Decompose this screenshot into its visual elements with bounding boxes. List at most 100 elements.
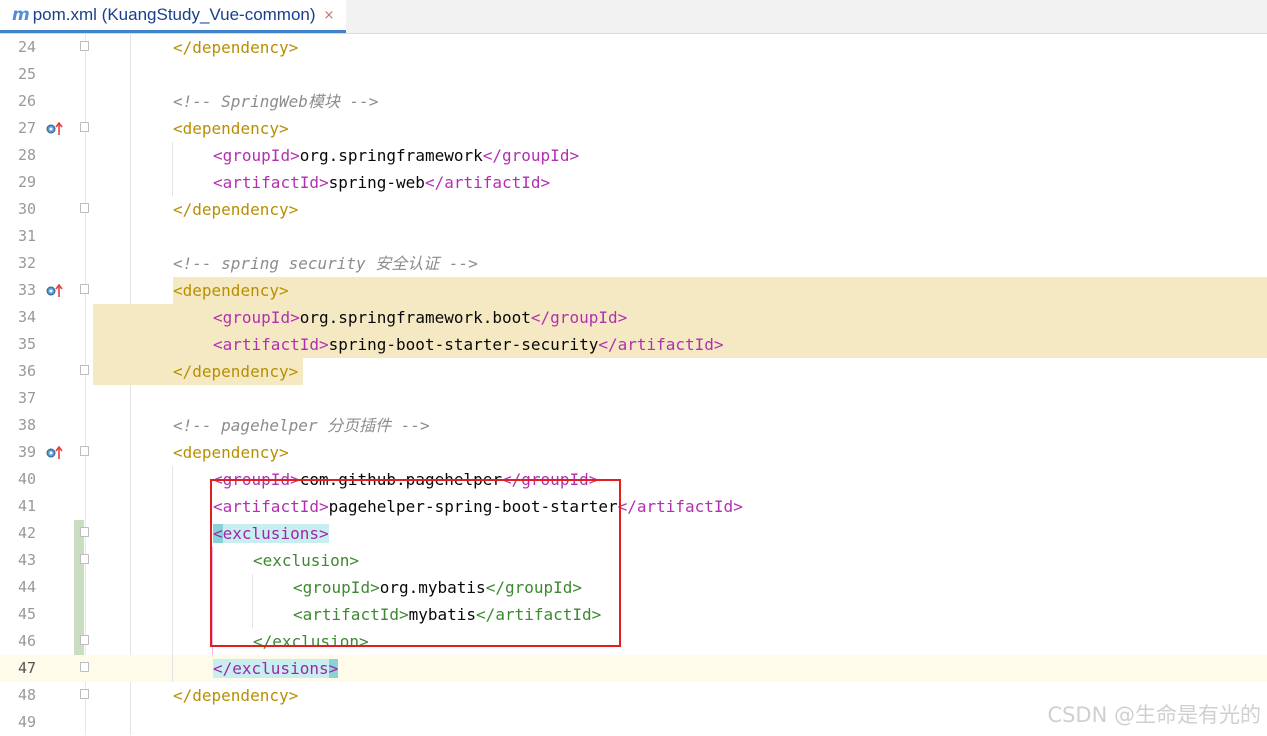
code-token: <: [213, 173, 223, 192]
code-token: <: [213, 308, 223, 327]
code-text: </dependency>: [173, 196, 298, 223]
fold-close-icon[interactable]: [80, 365, 89, 375]
code-line[interactable]: 39 <dependency>: [0, 439, 1267, 466]
code-text: <artifactId>spring-web</artifactId>: [213, 169, 550, 196]
code-line[interactable]: 26 <!-- SpringWeb模块 -->: [0, 88, 1267, 115]
code-token: >: [288, 200, 299, 219]
fold-open-icon[interactable]: [80, 122, 89, 132]
code-line[interactable]: 29 <artifactId>spring-web</artifactId>: [0, 169, 1267, 196]
code-token: <: [213, 470, 223, 489]
code-line[interactable]: 41 <artifactId>pagehelper-spring-boot-sta…: [0, 493, 1267, 520]
code-text: <dependency>: [173, 277, 289, 304]
code-text: <groupId>org.springframework.boot</group…: [213, 304, 627, 331]
fold-close-icon[interactable]: [80, 635, 89, 645]
code-token: >: [290, 308, 300, 327]
line-number: 27: [17, 119, 36, 137]
code-line[interactable]: 40 <groupId>com.github.pagehelper</groupI…: [0, 466, 1267, 493]
code-token: <: [213, 524, 223, 543]
fold-close-icon[interactable]: [80, 689, 89, 699]
line-number: 35: [17, 335, 36, 353]
code-text: </dependency>: [173, 358, 298, 385]
code-token: dependency: [192, 362, 289, 381]
code-token: >: [572, 578, 583, 597]
code-token: >: [278, 281, 289, 300]
code-token: artifactId: [444, 173, 541, 192]
code-editor[interactable]: 24 </dependency> 25 26 <!-- SpringWeb模块 --> 2…: [0, 34, 1267, 735]
code-token: mybatis: [408, 605, 477, 624]
code-line[interactable]: 32 <!-- spring security 安全认证 -->: [0, 250, 1267, 277]
code-line[interactable]: 47 </exclusions>: [0, 655, 1267, 682]
code-token: dependency: [192, 38, 289, 57]
line-number: 45: [17, 605, 36, 623]
line-number: 42: [17, 524, 36, 542]
fold-open-icon[interactable]: [80, 527, 89, 537]
code-token: >: [588, 470, 599, 489]
implementing-icon[interactable]: [46, 284, 64, 298]
code-token: dependency: [192, 200, 289, 219]
code-line[interactable]: 28 <groupId>org.springframework</groupId>: [0, 142, 1267, 169]
code-line[interactable]: 46 </exclusion>: [0, 628, 1267, 655]
indent-guide: [172, 547, 173, 574]
code-text: <!-- SpringWeb模块 -->: [173, 88, 378, 115]
implementing-icon[interactable]: [46, 122, 64, 136]
code-token: </: [173, 200, 193, 219]
code-line[interactable]: 24 </dependency>: [0, 34, 1267, 61]
code-text: </exclusions>: [213, 655, 339, 682]
line-number: 46: [17, 632, 36, 650]
fold-close-icon[interactable]: [80, 203, 89, 213]
code-token: pagehelper-spring-boot-starter: [328, 497, 618, 516]
code-token: >: [370, 578, 380, 597]
line-number: 32: [17, 254, 36, 272]
code-token: groupId: [550, 308, 618, 327]
code-token: </: [213, 659, 233, 678]
code-token: >: [591, 605, 602, 624]
code-line[interactable]: 43 <exclusion>: [0, 547, 1267, 574]
line-number: 30: [17, 200, 36, 218]
code-text: <groupId>org.springframework</groupId>: [213, 142, 579, 169]
tab-title: pom.xml (KuangStudy_Vue-common): [32, 5, 316, 24]
fold-open-icon[interactable]: [80, 284, 89, 294]
code-line[interactable]: 30 </dependency>: [0, 196, 1267, 223]
code-text: </exclusion>: [253, 628, 369, 655]
fold-open-icon[interactable]: [80, 446, 89, 456]
code-token: </: [476, 605, 496, 624]
code-token: spring-web: [328, 173, 425, 192]
code-token: >: [288, 686, 299, 705]
indent-guide: [172, 142, 173, 169]
line-number: 39: [17, 443, 36, 461]
close-icon[interactable]: ×: [324, 9, 335, 22]
code-line[interactable]: 35 <artifactId>spring-boot-starter-securi…: [0, 331, 1267, 358]
indent-guide: [172, 520, 173, 547]
code-token: >: [569, 146, 580, 165]
code-token: </: [598, 335, 618, 354]
code-text: <groupId>org.mybatis</groupId>: [293, 574, 582, 601]
tab-pom-xml[interactable]: m pom.xml (KuangStudy_Vue-common) ×: [0, 0, 346, 33]
code-token: <: [173, 119, 183, 138]
fold-close-icon[interactable]: [80, 662, 89, 672]
code-text: </dependency>: [173, 682, 298, 709]
code-line[interactable]: 25: [0, 61, 1267, 88]
maven-icon: m: [12, 4, 30, 25]
code-token: artifactId: [495, 605, 592, 624]
code-line[interactable]: 42 <exclusions>: [0, 520, 1267, 547]
code-line[interactable]: 44 <groupId>org.mybatis</groupId>: [0, 574, 1267, 601]
indent-guide: [212, 574, 213, 601]
fold-open-icon[interactable]: [80, 554, 89, 564]
code-line[interactable]: 37: [0, 385, 1267, 412]
code-line[interactable]: 45 <artifactId>mybatis</artifactId>: [0, 601, 1267, 628]
code-token: </: [482, 146, 503, 165]
code-text: <exclusion>: [253, 547, 359, 574]
fold-close-icon[interactable]: [80, 41, 89, 51]
code-line[interactable]: 31: [0, 223, 1267, 250]
code-line[interactable]: 33 <dependency>: [0, 277, 1267, 304]
code-line[interactable]: 27 <dependency>: [0, 115, 1267, 142]
code-token: artifactId: [302, 605, 399, 624]
code-line[interactable]: 36 </dependency>: [0, 358, 1267, 385]
indent-guide: [252, 574, 253, 601]
code-line[interactable]: 34 <groupId>org.springframework.boot</gro…: [0, 304, 1267, 331]
implementing-icon[interactable]: [46, 446, 64, 460]
code-token: dependency: [182, 281, 279, 300]
watermark: CSDN @生命是有光的: [1047, 703, 1261, 727]
code-line[interactable]: 38 <!-- pagehelper 分页插件 -->: [0, 412, 1267, 439]
code-token: >: [328, 659, 339, 678]
